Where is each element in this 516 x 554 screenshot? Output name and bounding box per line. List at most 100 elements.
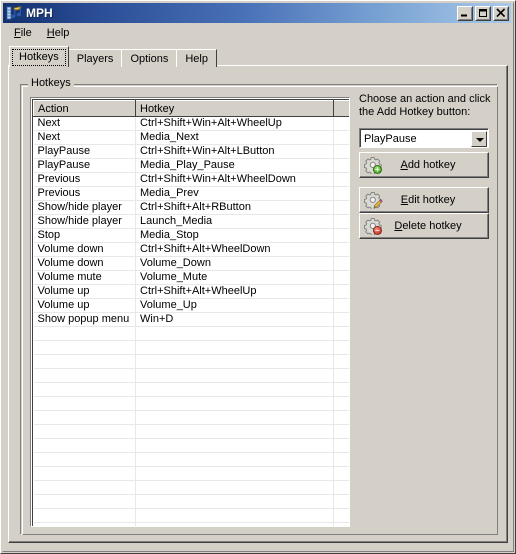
table-row[interactable]: Previous Media_Prev	[33, 186, 349, 201]
cell-empty	[333, 466, 349, 481]
cell-empty	[135, 452, 334, 467]
table-row[interactable]: Show/hide player Launch_Media	[33, 214, 349, 229]
pencil-overlay-icon	[373, 199, 383, 209]
cell-empty	[333, 494, 349, 509]
cell-action: Volume mute	[33, 270, 136, 285]
cell-hotkey: Ctrl+Shift+Alt+WheelDown	[135, 242, 334, 257]
add-hotkey-button[interactable]: + Add hotkey	[359, 152, 489, 178]
cell-empty	[33, 508, 136, 523]
tab-options[interactable]: Options	[121, 49, 178, 67]
cell-filler	[333, 214, 349, 229]
cell-empty	[135, 494, 334, 509]
close-button[interactable]	[493, 5, 509, 21]
chevron-down-icon[interactable]	[471, 130, 487, 147]
cell-empty	[333, 368, 349, 383]
cell-empty	[33, 438, 136, 453]
table-row[interactable]: Volume up Ctrl+Shift+Alt+WheelUp	[33, 284, 349, 299]
table-row-empty[interactable]	[33, 340, 349, 355]
column-header-action[interactable]: Action	[33, 100, 136, 117]
delete-hotkey-button[interactable]: – Delete hotkey	[359, 213, 489, 239]
edit-hotkey-button[interactable]: Edit hotkey	[359, 187, 489, 213]
cell-action: Volume down	[33, 256, 136, 271]
tab-players[interactable]: Players	[67, 49, 123, 67]
cell-empty	[33, 354, 136, 369]
cell-empty	[33, 396, 136, 411]
table-row[interactable]: Next Ctrl+Shift+Win+Alt+WheelUp	[33, 116, 349, 131]
gear-minus-icon: –	[364, 217, 382, 235]
cell-filler	[333, 130, 349, 145]
table-row[interactable]: Volume down Ctrl+Shift+Alt+WheelDown	[33, 242, 349, 257]
cell-hotkey: Media_Prev	[135, 186, 334, 201]
maximize-icon	[476, 7, 490, 20]
menu-file[interactable]: File	[7, 25, 40, 41]
table-row[interactable]: Volume down Volume_Down	[33, 256, 349, 271]
cell-empty	[135, 466, 334, 481]
cell-filler	[333, 242, 349, 257]
add-hotkey-label: Add hotkey	[382, 158, 488, 172]
cell-hotkey: Volume_Up	[135, 298, 334, 313]
cell-empty	[33, 410, 136, 425]
table-row[interactable]: Stop Media_Stop	[33, 228, 349, 243]
table-row-empty[interactable]	[33, 522, 349, 526]
action-combobox[interactable]: PlayPause	[359, 128, 489, 148]
table-row-empty[interactable]	[33, 368, 349, 383]
cell-empty	[333, 480, 349, 495]
cell-empty	[135, 480, 334, 495]
cell-filler	[333, 298, 349, 313]
table-row[interactable]: PlayPause Media_Play_Pause	[33, 158, 349, 173]
application-window: MPH File Help Hotkeys Players Options He…	[0, 0, 516, 554]
table-row-empty[interactable]	[33, 424, 349, 439]
cell-hotkey: Launch_Media	[135, 214, 334, 229]
cell-hotkey: Volume_Down	[135, 256, 334, 271]
table-row-empty[interactable]	[33, 480, 349, 495]
cell-empty	[135, 508, 334, 523]
cell-action: Volume up	[33, 298, 136, 313]
minus-badge: –	[373, 226, 382, 235]
tab-hotkeys[interactable]: Hotkeys	[9, 46, 69, 67]
table-row-empty[interactable]	[33, 466, 349, 481]
table-row[interactable]: Volume up Volume_Up	[33, 298, 349, 313]
table-row-empty[interactable]	[33, 382, 349, 397]
menu-help-label: elp	[54, 27, 70, 39]
table-row-empty[interactable]	[33, 508, 349, 523]
cell-empty	[333, 522, 349, 526]
cell-empty	[333, 452, 349, 467]
table-row[interactable]: PlayPause Ctrl+Shift+Win+Alt+LButton	[33, 144, 349, 159]
cell-hotkey: Ctrl+Shift+Alt+RButton	[135, 200, 334, 215]
cell-empty	[135, 424, 334, 439]
table-row-empty[interactable]	[33, 326, 349, 341]
add-hotkey-accel: A	[400, 159, 408, 171]
hotkeys-list-view[interactable]: Action Hotkey Next Ctrl+Shift+Win+Alt+Whe…	[30, 97, 350, 527]
table-row[interactable]: Volume mute Volume_Mute	[33, 270, 349, 285]
combobox-value: PlayPause	[364, 132, 417, 145]
menu-help-accel: H	[46, 27, 55, 39]
table-row-empty[interactable]	[33, 494, 349, 509]
menu-help[interactable]: Help	[40, 25, 78, 41]
minimize-button[interactable]	[457, 5, 473, 21]
cell-filler	[333, 116, 349, 131]
table-row-empty[interactable]	[33, 410, 349, 425]
menu-file-label: ile	[20, 27, 32, 39]
column-header-hotkey[interactable]: Hotkey	[135, 100, 334, 117]
table-row[interactable]: Next Media_Next	[33, 130, 349, 145]
tab-help[interactable]: Help	[176, 49, 217, 67]
cell-filler	[333, 158, 349, 173]
cell-empty	[33, 466, 136, 481]
cell-hotkey: Ctrl+Shift+Alt+WheelUp	[135, 284, 334, 299]
table-row-empty[interactable]	[33, 396, 349, 411]
maximize-button[interactable]	[475, 5, 491, 21]
table-row[interactable]: Show/hide player Ctrl+Shift+Alt+RButton	[33, 200, 349, 215]
table-row[interactable]: Previous Ctrl+Shift+Win+Alt+WheelDown	[33, 172, 349, 187]
table-row-empty[interactable]	[33, 438, 349, 453]
cell-empty	[33, 368, 136, 383]
table-row-empty[interactable]	[33, 452, 349, 467]
tab-options-label: Options	[130, 53, 169, 65]
table-row[interactable]: Show popup menu Win+D	[33, 312, 349, 327]
cell-action: Previous	[33, 172, 136, 187]
table-row-empty[interactable]	[33, 354, 349, 369]
delete-hotkey-text: elete hotkey	[402, 220, 462, 232]
cell-action: Next	[33, 116, 136, 131]
cell-empty	[333, 438, 349, 453]
title-bar[interactable]: MPH	[3, 3, 511, 23]
cell-action: PlayPause	[33, 144, 136, 159]
